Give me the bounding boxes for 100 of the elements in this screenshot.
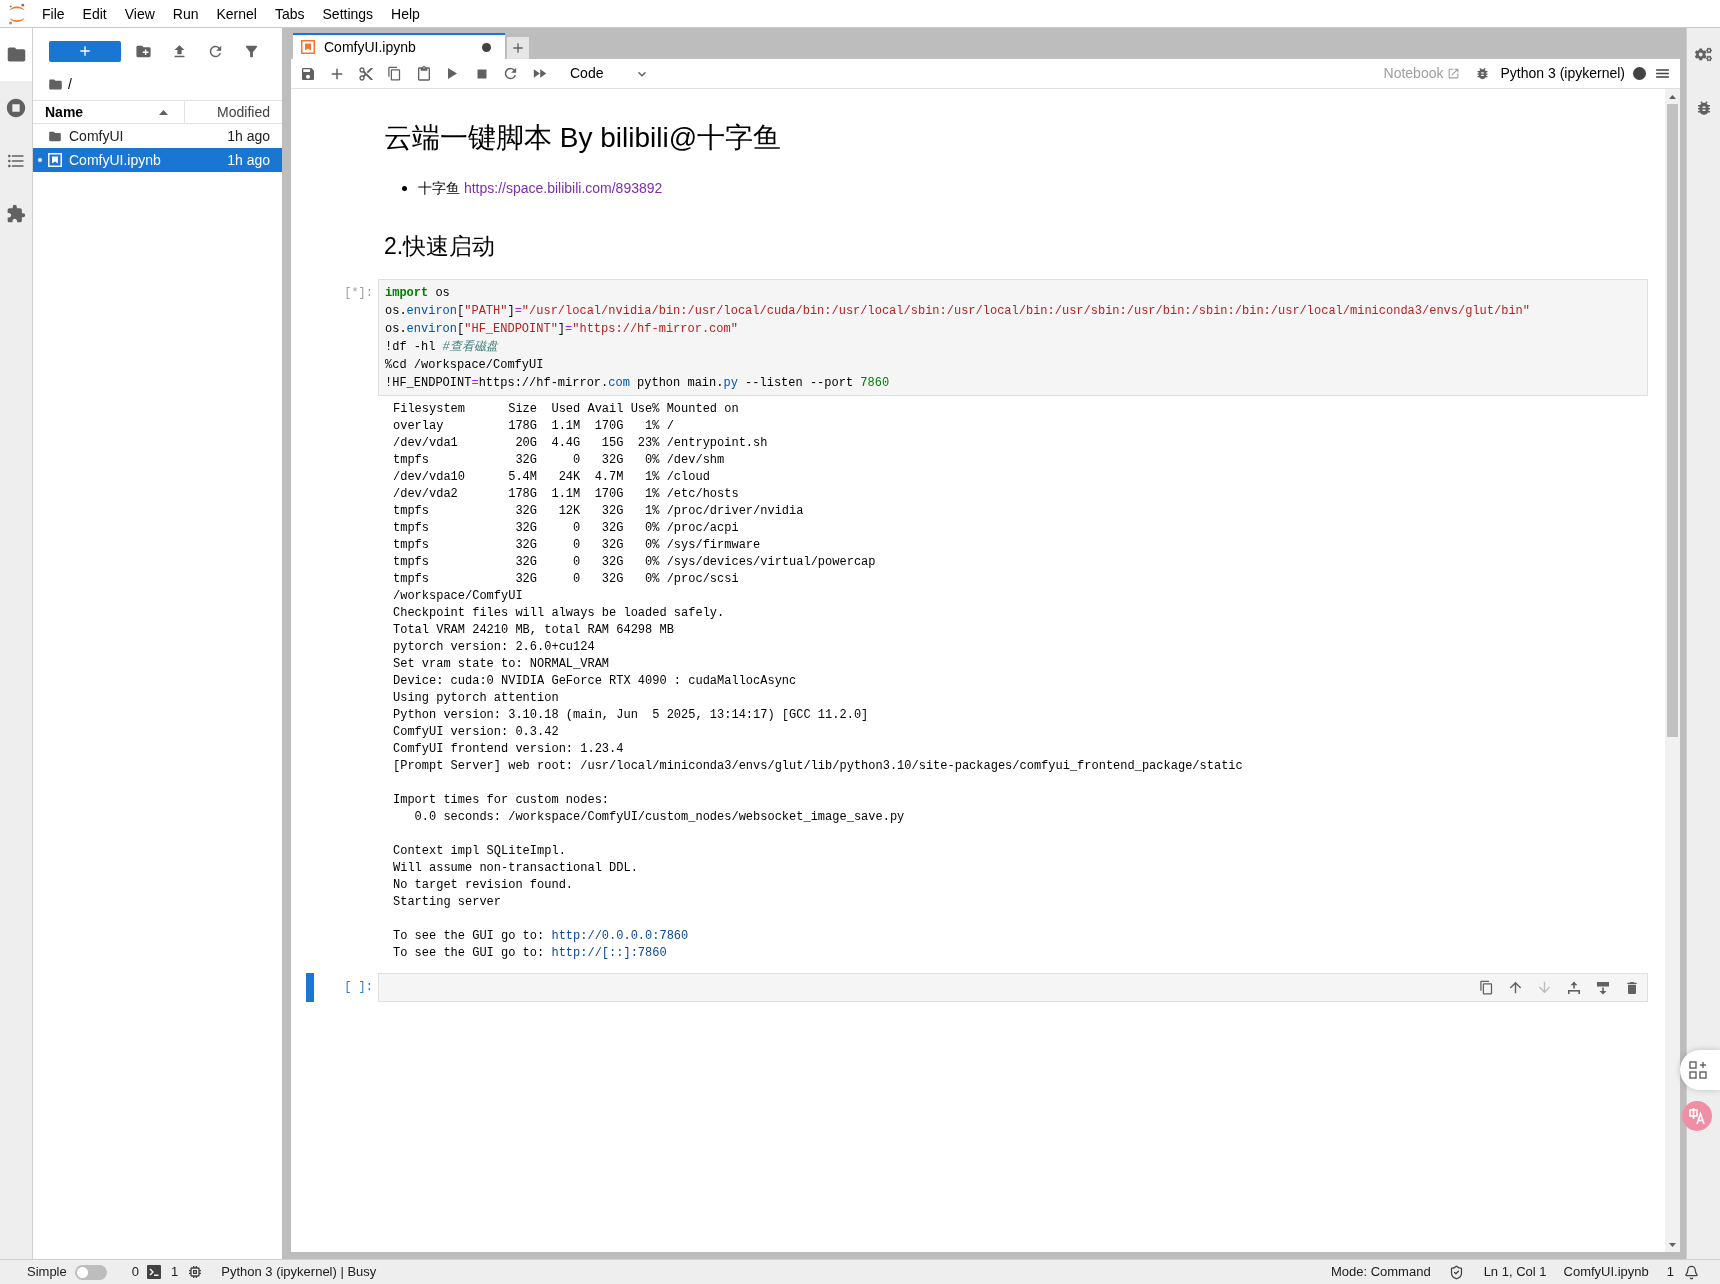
bullet-icon	[402, 185, 407, 191]
puzzle-icon	[6, 203, 26, 224]
profile-link[interactable]: https://space.bilibili.com/893892	[463, 179, 663, 196]
file-name: ComfyUI.ipynb	[1563, 1263, 1649, 1282]
play-icon	[448, 68, 457, 79]
notebook-icon	[48, 153, 62, 167]
output-line: No target revision found.	[393, 877, 574, 894]
output-line: Checkpoint files will always be loaded safely.	[393, 605, 725, 622]
output-line: Total VRAM 24210 MB, total RAM 64298 MB	[393, 622, 674, 639]
kernel-name-button[interactable]: Python 3 (ipykernel)	[1500, 63, 1625, 84]
output-line: Using pytorch attention	[393, 690, 559, 707]
code-line: !HF_ENDPOINT=https://hf-mirror.com python main.py --listen --port 7860	[385, 375, 890, 392]
insert-above-icon	[1566, 980, 1581, 995]
breadcrumb-root[interactable]: /	[68, 73, 72, 95]
code-line: import os	[385, 285, 450, 302]
menu-item[interactable]: View	[115, 3, 164, 24]
output-line: To see the GUI go to: http://0.0.0.0:7860	[393, 928, 689, 945]
output-line: /workspace/ComfyUI	[393, 588, 523, 605]
sort-caret-icon	[159, 109, 168, 115]
column-header[interactable]: Modified	[184, 101, 282, 123]
modified-time: 1h ago	[227, 150, 271, 170]
output-link[interactable]: http://[::]:7860	[551, 946, 667, 960]
bell-icon	[1684, 1264, 1699, 1280]
bug-icon	[1475, 66, 1490, 81]
menu-item[interactable]: Tabs	[265, 3, 314, 24]
copy-icon	[387, 66, 402, 81]
arrow-up-icon	[1507, 979, 1524, 996]
cell-prompt: [ ]:	[344, 979, 373, 996]
kernel-count: 1	[171, 1263, 179, 1282]
sidebar-tab[interactable]	[0, 28, 32, 81]
output-line: Starting server	[393, 894, 502, 911]
column-header[interactable]: Name	[33, 101, 184, 123]
plus-icon	[510, 40, 526, 56]
output-line: Will assume non-transactional DDL.	[393, 860, 638, 877]
menu-item[interactable]: Help	[382, 3, 429, 24]
scrollbar-thumb[interactable]	[1667, 104, 1678, 737]
shield-check-icon	[1448, 1264, 1464, 1280]
cell-prompt: [*]:	[344, 285, 373, 302]
terminal-count: 0	[131, 1263, 139, 1282]
insert-below-icon	[1595, 980, 1610, 995]
output-line: Device: cuda:0 NVIDIA GeForce RTX 4090 : cudaMallocAsync	[393, 673, 797, 690]
file-row[interactable]: ComfyUI.ipynb 1h ago	[33, 148, 282, 172]
menu-item[interactable]: Edit	[73, 3, 116, 24]
new-launcher-button[interactable]	[49, 40, 121, 62]
external-link-icon	[1447, 67, 1461, 80]
menu-item[interactable]: Kernel	[207, 3, 266, 24]
code-line: !df -hl #查看磁盘	[385, 339, 498, 356]
code-input-field[interactable]	[378, 973, 1648, 1002]
save-icon	[299, 65, 316, 82]
floating-button[interactable]	[1680, 1050, 1720, 1090]
gears-icon	[1695, 46, 1712, 63]
output-line: Context impl SQLiteImpl.	[393, 843, 566, 860]
output-line: Filesystem Size Used Avail Use% Mounted on	[393, 401, 739, 418]
kernel-status: Python 3 (ipykernel) | Busy	[221, 1263, 377, 1282]
grid-plus-icon	[1689, 1061, 1707, 1079]
file-name: ComfyUI.ipynb	[69, 150, 161, 170]
terminal-icon	[147, 1265, 161, 1279]
section-heading: 2.快速启动	[384, 232, 496, 261]
simple-mode-label: Simple	[27, 1263, 67, 1282]
arrow-down-icon	[1536, 979, 1553, 996]
code-line: %cd /workspace/ComfyUI	[385, 357, 544, 374]
cursor-position: Ln 1, Col 1	[1483, 1263, 1547, 1282]
output-line: Set vram state to: NORMAL_VRAM	[393, 656, 610, 673]
duplicate-icon	[1479, 980, 1494, 995]
mode-indicator: Mode: Command	[1330, 1263, 1431, 1282]
output-line: [Prompt Server] web root: /usr/local/miniconda3/envs/glut/lib/python3.10/site-packages/comfyui_frontend_package/static	[393, 758, 1243, 775]
scroll-down-icon	[1669, 1242, 1676, 1247]
code-line: os.environ["PATH"]="/usr/local/nvidia/bin:/usr/local/cuda/bin:/usr/local/sbin:/usr/local/bin:/usr/sbin:/usr/bin:/sbin:/bin:/usr/local/miniconda3/envs/glut/bin"	[385, 303, 1531, 320]
output-line: tmpfs 32G 0 32G 0% /proc/acpi	[393, 520, 739, 537]
output-line: tmpfs 32G 0 32G 0% /sys/firmware	[393, 537, 761, 554]
output-line: /dev/vda2 178G 1.1M 170G 1% /etc/hosts	[393, 486, 739, 503]
new-tab-button[interactable]	[507, 37, 529, 59]
output-line: pytorch version: 2.6.0+cu124	[393, 639, 595, 656]
simple-mode-toggle[interactable]	[74, 1264, 107, 1280]
file-row[interactable]: ComfyUI 1h ago	[33, 124, 282, 148]
code-editor[interactable]	[378, 279, 1648, 396]
output-line: 0.0 seconds: /workspace/ComfyUI/custom_nodes/websocket_image_save.py	[413, 809, 905, 826]
output-line: To see the GUI go to: http://[::]:7860	[393, 945, 667, 962]
chip-icon	[187, 1264, 204, 1280]
menu-item[interactable]: Run	[163, 3, 208, 24]
output-line: ComfyUI version: 0.3.42	[393, 724, 559, 741]
modified-time: 1h ago	[227, 126, 271, 146]
list-item-text: 十字鱼 https://space.bilibili.com/893892	[418, 178, 663, 198]
menu-item[interactable]: File	[33, 3, 74, 24]
document-tab[interactable]: ComfyUI.ipynb	[293, 33, 505, 59]
output-line: /dev/vda10 5.4M 24K 4.7M 1% /cloud	[393, 469, 710, 486]
output-line: tmpfs 32G 12K 32G 1% /proc/driver/nvidia	[393, 503, 804, 520]
scroll-up-icon	[1669, 94, 1676, 99]
notification-count: 1	[1666, 1263, 1674, 1282]
code-line: os.environ["HF_ENDPOINT"]="https://hf-mirror.com"	[385, 321, 738, 338]
output-line: tmpfs 32G 0 32G 0% /sys/devices/virtual/powercap	[393, 554, 876, 571]
menu-item[interactable]: Settings	[313, 3, 383, 24]
tab-label: ComfyUI.ipynb	[324, 37, 416, 57]
scissors-icon	[357, 65, 374, 82]
notebook-title: 云端一键脚本 By bilibili@十字鱼	[384, 121, 782, 155]
output-link[interactable]: http://0.0.0.0:7860	[551, 929, 689, 943]
output-line: Import times for custom nodes:	[393, 792, 610, 809]
output-line: /dev/vda1 20G 4.4G 15G 23% /entrypoint.sh	[393, 435, 768, 452]
file-name: ComfyUI	[69, 126, 124, 146]
cell-type-dropdown[interactable]: Code	[566, 62, 654, 85]
